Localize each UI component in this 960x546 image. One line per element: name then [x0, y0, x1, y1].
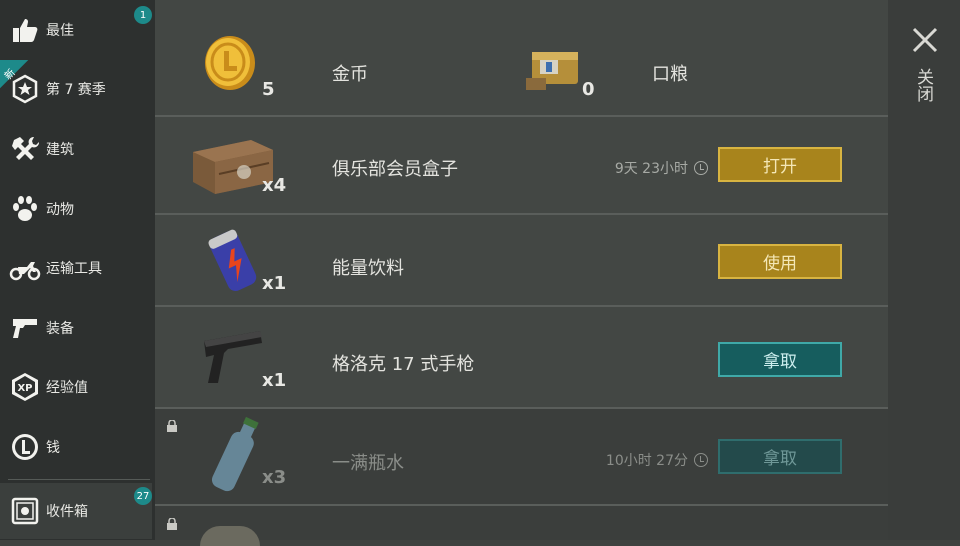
sidebar-item-label: 第 7 赛季 [46, 82, 106, 98]
inbox-item-row-partial [155, 506, 888, 546]
currency-row: 5 金币 0 口粮 [155, 0, 888, 117]
sidebar-item-label: 收件箱 [46, 504, 88, 520]
sidebar-item-label: 动物 [46, 202, 74, 218]
ration-label: 口粮 [652, 64, 688, 85]
item-timer: 9天 23小时 [615, 158, 708, 178]
take-button[interactable]: 拿取 [718, 342, 842, 377]
category-sidebar: 最佳 1 第 7 赛季 新 建筑 动物 运输工具 装备 XP 经验值 钱 收件箱… [0, 0, 155, 540]
notification-badge: 1 [134, 6, 152, 24]
sidebar-item-label: 运输工具 [46, 261, 102, 277]
inbox-item-row: x4 俱乐部会员盒子 9天 23小时 打开 [155, 117, 888, 215]
close-label[interactable]: 关闭 [913, 68, 936, 102]
energy-drink-icon [193, 221, 273, 301]
lock-icon [167, 420, 177, 432]
item-name: 一满瓶水 [332, 453, 404, 474]
close-icon[interactable] [910, 25, 940, 55]
lock-icon [167, 518, 177, 530]
ration-can-icon [520, 38, 590, 98]
coin-label: 金币 [332, 64, 368, 85]
clock-icon [694, 453, 708, 467]
sidebar-item-best[interactable]: 最佳 [0, 2, 152, 58]
open-button[interactable]: 打开 [718, 147, 842, 182]
close-panel[interactable]: 关闭 [888, 0, 960, 540]
pistol-icon [9, 312, 41, 344]
item-timer: 10小时 27分 [606, 450, 708, 470]
new-ribbon: 新 [0, 60, 40, 100]
coin-icon [9, 431, 41, 463]
inbox-safe-icon [9, 495, 41, 527]
item-quantity: x3 [262, 467, 287, 488]
sidebar-item-label: 经验值 [46, 380, 88, 396]
item-name: 俱乐部会员盒子 [332, 159, 458, 180]
item-quantity: x1 [262, 370, 287, 391]
sidebar-item-equipment[interactable]: 装备 [0, 300, 152, 356]
sidebar-item-label: 最佳 [46, 23, 74, 39]
use-button[interactable]: 使用 [718, 244, 842, 279]
inbox-list: 5 金币 0 口粮 x4 俱乐部会员盒子 9天 23小时 打开 x1 能量饮料 … [155, 0, 888, 546]
sidebar-item-building[interactable]: 建筑 [0, 121, 152, 177]
sidebar-item-xp[interactable]: XP 经验值 [0, 359, 152, 415]
sidebar-item-vehicles[interactable]: 运输工具 [0, 240, 152, 296]
xp-icon: XP [9, 371, 41, 403]
sidebar-item-label: 装备 [46, 321, 74, 337]
hammer-wrench-icon [9, 133, 41, 165]
paw-icon [9, 193, 41, 225]
item-name: 格洛克 17 式手枪 [332, 354, 475, 375]
thumbs-up-icon [9, 14, 41, 46]
sidebar-item-money[interactable]: 钱 [0, 419, 152, 475]
clock-icon [694, 161, 708, 175]
inbox-item-row: x1 能量饮料 使用 [155, 215, 888, 307]
take-button-disabled[interactable]: 拿取 [718, 439, 842, 474]
ration-count: 0 [582, 79, 595, 100]
inbox-item-row-locked: x3 一满瓶水 10小时 27分 拿取 [155, 409, 888, 506]
sidebar-item-label: 钱 [46, 440, 60, 456]
item-name: 能量饮料 [332, 258, 404, 279]
coin-count: 5 [262, 79, 275, 100]
svg-text:XP: XP [17, 383, 32, 394]
sidebar-item-label: 建筑 [46, 142, 74, 158]
inbox-item-row: x1 格洛克 17 式手枪 拿取 [155, 307, 888, 409]
motorcycle-icon [9, 252, 41, 284]
item-quantity: x1 [262, 273, 287, 294]
pistol-icon [193, 319, 273, 399]
item-quantity: x4 [262, 175, 287, 196]
sidebar-item-inbox[interactable]: 收件箱 [0, 483, 152, 539]
partial-item-icon [200, 526, 260, 546]
inbox-count-badge: 27 [134, 487, 152, 505]
sidebar-divider [8, 479, 150, 480]
gold-coin-icon [195, 28, 265, 98]
sidebar-item-animals[interactable]: 动物 [0, 181, 152, 237]
